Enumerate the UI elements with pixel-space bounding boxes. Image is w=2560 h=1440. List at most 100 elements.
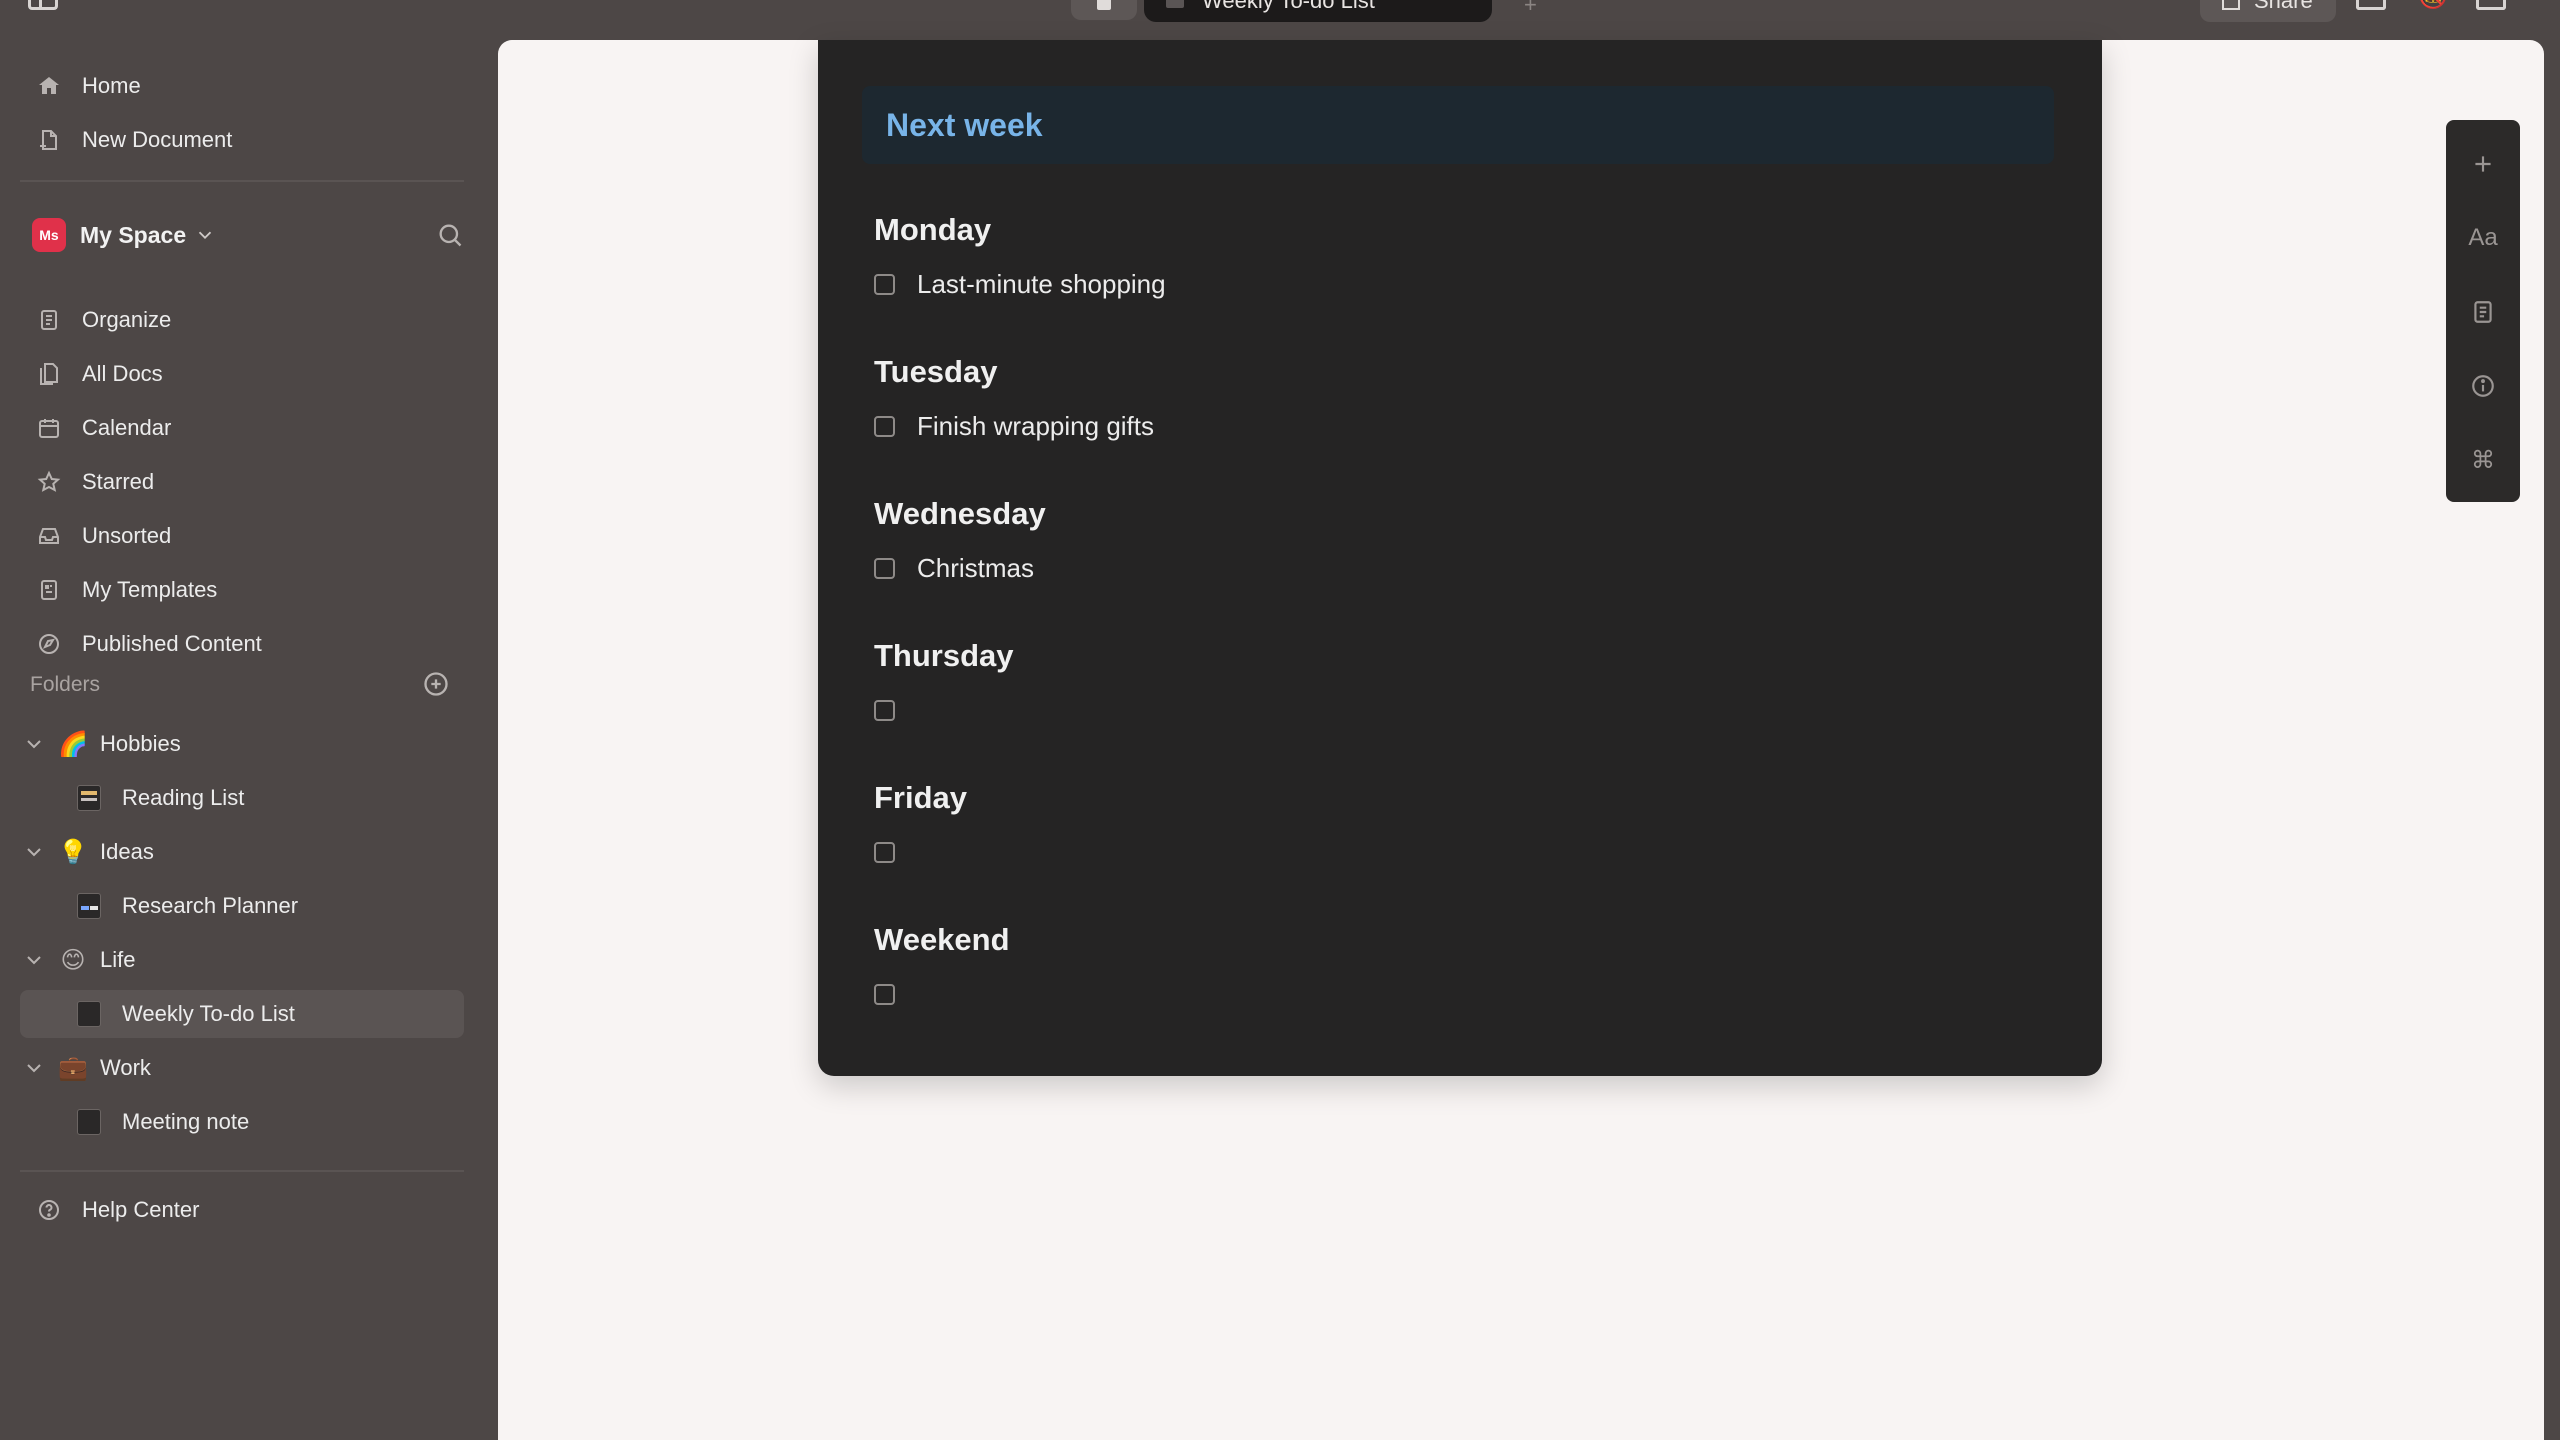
chevron-down-icon[interactable] <box>22 840 46 864</box>
notifications-icon[interactable]: 🔕 <box>2418 0 2448 9</box>
chevron-down-icon[interactable] <box>22 948 46 972</box>
sidebar-item-label: Home <box>82 73 141 98</box>
sidebar-item-organize[interactable]: Organize <box>20 296 464 344</box>
task-checkbox[interactable] <box>874 273 895 295</box>
space-name: My Space <box>80 221 187 248</box>
task-text[interactable]: Finish wrapping gifts <box>917 411 1154 442</box>
sidebar-item-help-center[interactable]: Help Center <box>20 1186 464 1234</box>
split-view-icon[interactable] <box>2476 0 2506 10</box>
plus-icon <box>2475 156 2491 172</box>
chevron-down-icon <box>198 231 212 240</box>
sidebar-item-label: Unsorted <box>82 523 172 548</box>
task-text[interactable]: Last-minute shopping <box>917 269 1166 300</box>
content-area: Next week Monday Last-minute shopping Tu… <box>498 40 2544 1440</box>
doc-reading-list[interactable]: Reading List <box>20 774 464 822</box>
day-heading-monday[interactable]: Monday <box>874 212 991 248</box>
task-checkbox[interactable] <box>874 415 895 437</box>
chevron-down-icon[interactable] <box>22 732 46 756</box>
doc-research-planner[interactable]: Research Planner <box>20 882 464 930</box>
text-style-button[interactable]: Aa <box>2446 214 2520 262</box>
folder-label: Ideas <box>100 839 154 864</box>
chevron-down-icon[interactable] <box>22 1056 46 1080</box>
document-card: Next week Monday Last-minute shopping Tu… <box>818 40 2102 1076</box>
callout-text[interactable]: Next week <box>886 107 1043 144</box>
folder-life[interactable]: 😊 Life <box>20 936 464 984</box>
outline-button[interactable] <box>2446 288 2520 336</box>
document-icon <box>1166 0 1184 8</box>
sidebar-item-label: Help Center <box>82 1197 200 1222</box>
sidebar-item-label: Published Content <box>82 631 262 656</box>
font-icon: Aa <box>2468 224 2498 251</box>
export-icon[interactable] <box>2356 0 2386 10</box>
task-checkbox[interactable] <box>874 983 895 1005</box>
day-heading-weekend[interactable]: Weekend <box>874 922 1010 958</box>
folder-ideas[interactable]: 💡 Ideas <box>20 828 464 876</box>
folder-hobbies[interactable]: 🌈 Hobbies <box>20 720 464 768</box>
day-heading-thursday[interactable]: Thursday <box>874 638 1014 674</box>
active-tab[interactable]: Weekly To-do List <box>1144 0 1492 22</box>
sidebar-item-starred[interactable]: Starred <box>20 458 464 506</box>
day-heading-tuesday[interactable]: Tuesday <box>874 354 997 390</box>
task-checkbox[interactable] <box>874 841 895 863</box>
sidebar-item-all-docs[interactable]: All Docs <box>20 350 464 398</box>
task-text[interactable]: Christmas <box>917 553 1034 584</box>
forward-icon[interactable]: › <box>166 0 175 6</box>
sidebar-item-home[interactable]: Home <box>20 62 464 110</box>
sidebar-item-calendar[interactable]: Calendar <box>20 404 464 452</box>
calendar-icon <box>36 415 62 441</box>
folders-heading: Folders <box>30 673 101 696</box>
shortcuts-button[interactable]: ⌘ <box>2446 436 2520 484</box>
organize-icon <box>36 307 62 333</box>
help-icon <box>36 1197 62 1223</box>
info-button[interactable] <box>2446 362 2520 410</box>
doc-label: Reading List <box>122 785 245 810</box>
day-heading-friday[interactable]: Friday <box>874 780 967 816</box>
all-docs-icon <box>36 361 62 387</box>
folder-label: Work <box>100 1055 151 1080</box>
pin-tab-button[interactable] <box>1071 0 1137 20</box>
divider <box>20 180 464 182</box>
share-button[interactable]: Share <box>2200 0 2336 22</box>
sidebar-item-unsorted[interactable]: Unsorted <box>20 512 464 560</box>
published-icon <box>36 631 62 657</box>
lightbulb-icon: 💡 <box>58 838 88 866</box>
space-switcher[interactable]: Ms My Space <box>32 211 464 259</box>
task-item: Last-minute shopping <box>874 268 1166 300</box>
sidebar-toggle-icon[interactable] <box>28 0 58 10</box>
doc-thumbnail-icon <box>76 785 102 811</box>
sidebar-item-my-templates[interactable]: My Templates <box>20 566 464 614</box>
top-bar: ‹ › Weekly To-do List + Share 🔕 <box>0 0 2560 40</box>
doc-thumbnail-icon <box>76 893 102 919</box>
sidebar-item-label: Organize <box>82 307 172 332</box>
star-icon <box>36 469 62 495</box>
sidebar-item-label: All Docs <box>82 361 163 386</box>
briefcase-icon: 💼 <box>58 1054 88 1082</box>
rainbow-icon: 🌈 <box>58 730 88 758</box>
doc-thumbnail-icon <box>76 1109 102 1135</box>
doc-weekly-to-do-list[interactable]: Weekly To-do List <box>20 990 464 1038</box>
doc-thumbnail-icon <box>76 1001 102 1027</box>
folder-label: Hobbies <box>100 731 181 756</box>
new-tab-icon[interactable]: + <box>1524 0 1537 18</box>
task-checkbox[interactable] <box>874 557 895 579</box>
add-block-button[interactable] <box>2446 140 2520 188</box>
sidebar-item-published-content[interactable]: Published Content <box>20 620 464 668</box>
callout-block[interactable]: Next week <box>862 86 2054 164</box>
smiley-icon: 😊 <box>60 946 86 974</box>
outline-icon <box>2474 301 2492 323</box>
task-checkbox[interactable] <box>874 699 895 721</box>
sidebar-item-new-document[interactable]: New Document <box>20 116 464 164</box>
folder-work[interactable]: 💼 Work <box>20 1044 464 1092</box>
tab-title: Weekly To-do List <box>1202 0 1375 13</box>
doc-meeting-note[interactable]: Meeting note <box>20 1098 464 1146</box>
sidebar-item-label: Calendar <box>82 415 172 440</box>
task-item <box>874 836 917 868</box>
day-heading-wednesday[interactable]: Wednesday <box>874 496 1046 532</box>
sidebar-item-label: New Document <box>82 127 233 152</box>
sidebar-item-label: Starred <box>82 469 155 494</box>
template-icon <box>36 577 62 603</box>
search-icon[interactable] <box>436 221 464 249</box>
back-icon[interactable]: ‹ <box>112 0 121 6</box>
add-folder-icon[interactable] <box>422 670 450 698</box>
share-label: Share <box>2254 0 2313 13</box>
